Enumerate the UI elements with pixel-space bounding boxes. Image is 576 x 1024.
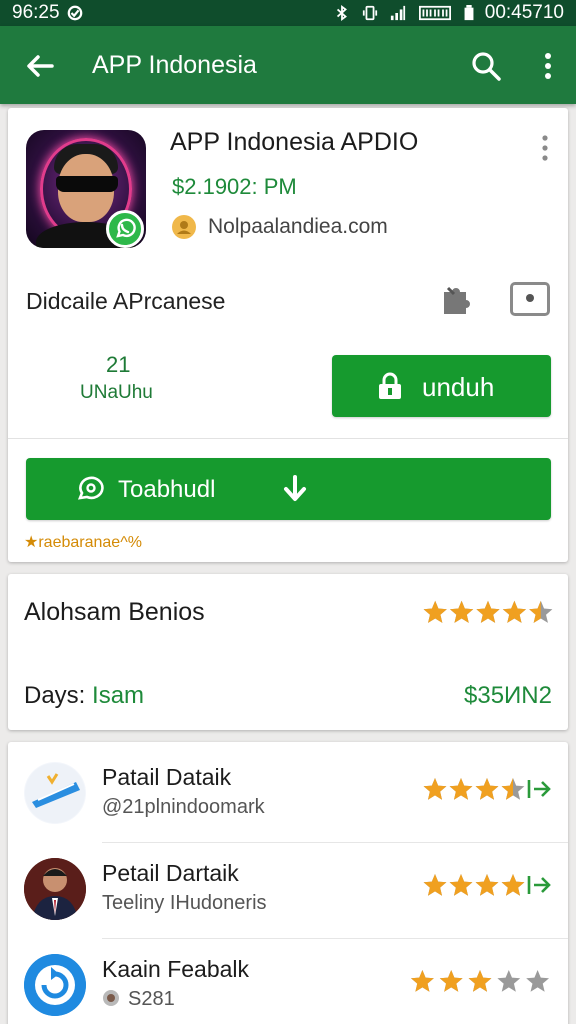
reviews-card: Patail Dataik @21plnindoomark Petail Dar…: [8, 742, 568, 1024]
vibrate-icon: [362, 5, 377, 21]
app-icon: [26, 130, 146, 248]
list-item[interactable]: Kaain Feabalk S281: [8, 938, 568, 1024]
refresh-icon: [24, 954, 86, 1016]
star-icon: [476, 600, 500, 623]
list-item[interactable]: Patail Dataik @21plnindoomark: [8, 746, 568, 842]
person-photo: [24, 858, 86, 920]
rating-note: ★raebaranae^%: [24, 534, 142, 551]
bluetooth-icon: [336, 5, 347, 21]
list-item[interactable]: Petail Dartaik Teeliny IHudoneris: [8, 842, 568, 938]
review-rating-stars: [423, 778, 525, 800]
star-icon: [501, 874, 525, 896]
review-sub: Teeliny IHudoneris: [102, 892, 267, 914]
arrow-right-icon[interactable]: [526, 872, 552, 898]
avatar: [24, 858, 86, 920]
status-time-right: 00:45710: [484, 2, 564, 23]
app-title: APP Indonesia APDIO: [170, 128, 419, 156]
main-download-label: Toabhudl: [118, 476, 216, 503]
star-icon: [410, 970, 434, 992]
star-icon: [450, 600, 474, 623]
days-value: Isam: [92, 682, 145, 709]
summary-card: Alohsam Benios Days: Isam $35ИN2: [8, 574, 568, 730]
summary-price: $35ИN2: [464, 682, 552, 709]
download-arrow-icon: [284, 475, 306, 501]
review-name: Petail Dartaik: [102, 860, 239, 886]
summary-title: Alohsam Benios: [24, 598, 205, 626]
star-icon: [502, 600, 526, 623]
whatsapp-icon: [106, 210, 144, 248]
chat-icon: [77, 476, 104, 500]
circle-check-icon: [67, 5, 82, 21]
developer-name[interactable]: Nolpaalandiea.com: [208, 215, 388, 239]
star-icon: [423, 600, 447, 623]
arrow-right-icon[interactable]: [526, 776, 552, 802]
review-sub: @21plnindoomark: [102, 796, 265, 818]
star-icon: [423, 778, 447, 800]
main-download-button[interactable]: Toabhudl: [26, 458, 551, 520]
days-row: Days: Isam: [24, 682, 144, 710]
star-empty-icon: [497, 970, 521, 992]
review-sub-row: S281: [102, 988, 175, 1011]
unduh-button-label: unduh: [422, 372, 495, 402]
review-rating-stars: [410, 970, 550, 992]
days-label: Days:: [24, 682, 86, 709]
blue-pen-icon: [25, 763, 85, 823]
status-time-left: 96:25: [12, 2, 60, 23]
app-description: Didcaile APrcanese: [26, 288, 226, 314]
puzzle-icon[interactable]: [438, 282, 474, 318]
battery-icon: [464, 5, 474, 21]
review-name: Kaain Feabalk: [102, 956, 250, 982]
search-icon[interactable]: [470, 50, 502, 82]
star-icon: [423, 874, 447, 896]
card-more-icon[interactable]: [540, 134, 550, 164]
network-icon: [418, 5, 451, 21]
app-price: $2.1902: PM: [172, 174, 297, 199]
divider: [8, 438, 568, 439]
star-icon: [475, 778, 499, 800]
signal-icon: [390, 5, 405, 21]
app-bar-title: APP Indonesia: [92, 51, 257, 79]
avatar: [24, 762, 86, 824]
coin-icon: [103, 990, 119, 1006]
star-icon: [475, 874, 499, 896]
app-bar: APP Indonesia: [0, 26, 576, 104]
screen-icon[interactable]: [510, 282, 550, 316]
star-icon: [449, 874, 473, 896]
star-icon: [439, 970, 463, 992]
avatar: [24, 954, 86, 1016]
stat-label: UNaUhu: [80, 382, 153, 403]
star-empty-icon: [526, 970, 550, 992]
developer-icon: [172, 215, 196, 239]
review-rating-stars: [423, 874, 525, 896]
lock-icon: [379, 372, 401, 399]
review-sub: S281: [128, 988, 175, 1010]
star-icon: [468, 970, 492, 992]
star-icon: [449, 778, 473, 800]
review-name: Patail Dataik: [102, 764, 232, 790]
more-vert-icon[interactable]: [536, 50, 560, 82]
status-bar: 96:25 00:45710: [0, 0, 576, 26]
stat-number: 21: [106, 352, 131, 377]
back-arrow-icon[interactable]: [24, 50, 56, 82]
unduh-button[interactable]: unduh: [332, 355, 551, 417]
summary-rating-stars: [423, 600, 553, 623]
app-detail-card: APP Indonesia APDIO $2.1902: PM Nolpaala…: [8, 108, 568, 562]
